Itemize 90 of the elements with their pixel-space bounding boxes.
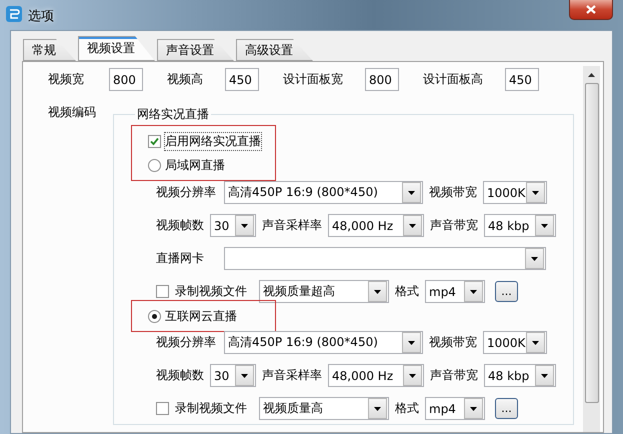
caret-icon xyxy=(470,290,477,294)
dropdown[interactable]: 48,000 Hz xyxy=(328,364,424,387)
caret-icon xyxy=(408,190,415,194)
dropdown[interactable]: 48,000 Hz xyxy=(328,214,424,237)
browse-button[interactable]: ... xyxy=(495,398,518,419)
dropdown-button[interactable] xyxy=(235,365,254,386)
dropdown-button[interactable] xyxy=(403,215,422,236)
field-label: 格式 xyxy=(395,283,419,300)
field-label: 声音采样率 xyxy=(262,217,322,234)
radio-button[interactable] xyxy=(148,310,161,322)
dropdown-button[interactable] xyxy=(526,182,545,203)
input-field[interactable]: 450 xyxy=(505,68,539,91)
dropdown-button[interactable] xyxy=(535,215,554,236)
dropdown-button[interactable] xyxy=(464,398,483,419)
radio-button[interactable] xyxy=(148,158,161,172)
tab[interactable]: 高级设置 xyxy=(236,39,313,61)
dropdown[interactable]: 视频质量高 xyxy=(259,397,389,420)
section-label: 视频编码 xyxy=(48,104,97,121)
dropdown-button[interactable] xyxy=(535,365,554,386)
field-label: 设计面板高 xyxy=(423,71,483,88)
caret-icon xyxy=(409,374,416,378)
field-label: 视频帧数 xyxy=(156,367,204,384)
checkbox[interactable] xyxy=(156,402,169,415)
tab[interactable]: 视频设置 xyxy=(78,36,155,61)
field-label: 视频带宽 xyxy=(429,184,477,201)
field-label: 声音采样率 xyxy=(262,367,322,384)
dropdown-button[interactable] xyxy=(403,365,422,386)
dropdown[interactable]: 30 xyxy=(210,364,256,387)
scroll-up-icon[interactable] xyxy=(588,72,595,76)
field-label: 视频分辨率 xyxy=(156,184,217,201)
caret-icon xyxy=(532,340,539,344)
dropdown-button[interactable] xyxy=(368,281,387,302)
dropdown-button[interactable] xyxy=(464,281,483,302)
scrollbar[interactable] xyxy=(583,66,600,432)
window-title: 选项 xyxy=(28,8,54,25)
dropdown-button[interactable] xyxy=(235,215,254,236)
checkbox-label[interactable]: 录制视频文件 xyxy=(175,283,253,300)
caret-icon xyxy=(374,406,381,410)
close-icon xyxy=(586,5,596,14)
field-label: 视频高 xyxy=(167,71,203,88)
scrollbar-thumb[interactable] xyxy=(584,83,598,403)
checkbox-label[interactable]: 启用网络实况直播 xyxy=(165,132,261,150)
dropdown-button[interactable] xyxy=(525,248,544,269)
field-label: 视频帧数 xyxy=(156,217,204,234)
caret-icon xyxy=(531,256,538,260)
tab[interactable]: 声音设置 xyxy=(157,39,234,61)
dropdown-button[interactable] xyxy=(402,332,421,353)
dropdown[interactable]: 视频质量超高 xyxy=(259,280,389,303)
dropdown[interactable]: 48 kbp xyxy=(484,214,556,237)
caret-icon xyxy=(532,190,539,194)
field-label: 声音带宽 xyxy=(430,367,478,384)
field-label: 设计面板宽 xyxy=(283,71,343,88)
field-label: 视频带宽 xyxy=(429,334,477,351)
radio-label[interactable]: 互联网云直播 xyxy=(165,308,237,324)
dropdown[interactable]: 48 kbp xyxy=(484,364,556,387)
caret-icon xyxy=(374,290,381,294)
dropdown[interactable]: 1000K xyxy=(483,331,547,354)
dropdown-button[interactable] xyxy=(526,332,545,353)
group-title: 网络实况直播 xyxy=(136,106,210,123)
app-icon xyxy=(6,6,22,22)
tab[interactable]: 常规 xyxy=(23,39,76,61)
field-label: 格式 xyxy=(395,400,419,417)
field-label: 视频分辨率 xyxy=(156,334,217,351)
input-field[interactable]: 800 xyxy=(365,68,399,91)
caret-icon xyxy=(241,224,248,228)
dropdown[interactable]: 高清450P 16:9 (800*450) xyxy=(224,331,423,354)
caret-icon xyxy=(541,224,548,228)
dropdown-button[interactable] xyxy=(368,398,387,419)
input-field[interactable]: 800 xyxy=(109,68,143,91)
caret-icon xyxy=(408,340,415,344)
dropdown-button[interactable] xyxy=(402,182,421,203)
dropdown[interactable]: 30 xyxy=(210,214,256,237)
checkbox[interactable] xyxy=(156,285,169,298)
checkbox[interactable] xyxy=(148,134,161,148)
field-label: 直播网卡 xyxy=(156,250,205,267)
dropdown[interactable]: 高清450P 16:9 (800*450) xyxy=(224,181,423,204)
field-label: 声音带宽 xyxy=(430,217,478,234)
dropdown[interactable]: 1000K xyxy=(483,181,547,204)
input-field[interactable]: 450 xyxy=(225,68,259,91)
caret-icon xyxy=(541,374,548,378)
caret-icon xyxy=(241,374,248,378)
close-button[interactable] xyxy=(569,0,613,20)
dropdown[interactable]: mp4 xyxy=(425,280,485,303)
caret-icon xyxy=(470,406,477,410)
browse-button[interactable]: ... xyxy=(495,281,518,302)
dropdown[interactable]: mp4 xyxy=(425,397,485,420)
field-label: 视频宽 xyxy=(48,71,84,88)
checkbox-label[interactable]: 录制视频文件 xyxy=(175,400,253,417)
caret-icon xyxy=(409,224,416,228)
radio-label[interactable]: 局域网直播 xyxy=(165,156,225,174)
